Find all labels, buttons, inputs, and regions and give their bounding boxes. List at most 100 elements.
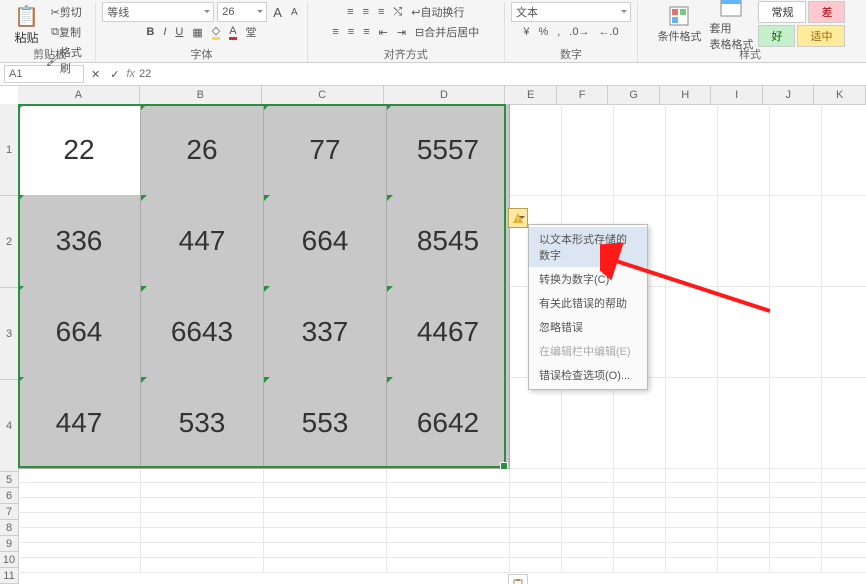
cell-C9[interactable]: [264, 528, 387, 543]
cell-F7[interactable]: [562, 498, 614, 513]
cell-H1[interactable]: [666, 104, 718, 196]
border-button[interactable]: ▦: [189, 24, 205, 41]
cell-G5[interactable]: [614, 468, 666, 483]
cell-A4[interactable]: 447: [18, 377, 141, 469]
cut-button[interactable]: ✂剪切: [43, 2, 89, 22]
cell-C5[interactable]: [264, 468, 387, 483]
phonetic-button[interactable]: 堂: [243, 22, 260, 42]
cell-G7[interactable]: [614, 498, 666, 513]
row-header-11[interactable]: 11: [0, 568, 18, 584]
col-header-I[interactable]: I: [711, 86, 763, 104]
font-color-button[interactable]: A: [226, 23, 239, 42]
cell-J7[interactable]: [770, 498, 822, 513]
cell-G11[interactable]: [614, 558, 666, 573]
cell-I1[interactable]: [718, 104, 770, 196]
cell-I11[interactable]: [718, 558, 770, 573]
cell-A8[interactable]: [18, 513, 141, 528]
cell-D5[interactable]: [387, 468, 510, 483]
cell-G10[interactable]: [614, 543, 666, 558]
cell-I5[interactable]: [718, 468, 770, 483]
cell-A6[interactable]: [18, 483, 141, 498]
cell-A11[interactable]: [18, 558, 141, 573]
cell-G9[interactable]: [614, 528, 666, 543]
cell-C3[interactable]: 337: [264, 286, 387, 378]
menu-error-options[interactable]: 错误检查选项(O)...: [529, 363, 647, 387]
cell-I10[interactable]: [718, 543, 770, 558]
cell-H9[interactable]: [666, 528, 718, 543]
style-good[interactable]: 好: [758, 25, 795, 47]
row-header-9[interactable]: 9: [0, 536, 18, 552]
row-header-10[interactable]: 10: [0, 552, 18, 568]
row-header-1[interactable]: 1: [0, 104, 18, 196]
cell-D3[interactable]: 4467: [387, 286, 510, 378]
cell-C8[interactable]: [264, 513, 387, 528]
cell-D11[interactable]: [387, 558, 510, 573]
cell-G8[interactable]: [614, 513, 666, 528]
cell-E1[interactable]: [510, 104, 562, 196]
cell-H11[interactable]: [666, 558, 718, 573]
cell-C1[interactable]: 77: [264, 104, 387, 196]
confirm-edit-button[interactable]: ✓: [107, 66, 122, 83]
cell-K8[interactable]: [822, 513, 866, 528]
align-center-button[interactable]: ≡: [345, 24, 357, 40]
cell-D8[interactable]: [387, 513, 510, 528]
align-bottom-button[interactable]: ≡: [375, 4, 387, 20]
cell-B8[interactable]: [141, 513, 264, 528]
cell-F11[interactable]: [562, 558, 614, 573]
cell-F8[interactable]: [562, 513, 614, 528]
cell-C4[interactable]: 553: [264, 377, 387, 469]
cell-D1[interactable]: 5557: [387, 104, 510, 196]
align-middle-button[interactable]: ≡: [360, 4, 372, 20]
cell-F4[interactable]: [562, 377, 614, 469]
cell-B10[interactable]: [141, 543, 264, 558]
percent-button[interactable]: %: [535, 24, 551, 40]
indent-dec-button[interactable]: ⇤: [376, 24, 391, 41]
cell-B5[interactable]: [141, 468, 264, 483]
cell-C2[interactable]: 664: [264, 195, 387, 287]
col-header-C[interactable]: C: [262, 86, 384, 104]
cell-D4[interactable]: 6642: [387, 377, 510, 469]
col-header-G[interactable]: G: [608, 86, 660, 104]
cell-E7[interactable]: [510, 498, 562, 513]
menu-ignore[interactable]: 忽略错误: [529, 315, 647, 339]
cell-B6[interactable]: [141, 483, 264, 498]
cell-I7[interactable]: [718, 498, 770, 513]
row-header-5[interactable]: 5: [0, 472, 18, 488]
cell-H6[interactable]: [666, 483, 718, 498]
cell-K7[interactable]: [822, 498, 866, 513]
align-left-button[interactable]: ≡: [329, 24, 341, 40]
col-header-K[interactable]: K: [814, 86, 866, 104]
font-name-combo[interactable]: 等线: [102, 2, 214, 22]
orientation-button[interactable]: ⤭: [390, 4, 405, 21]
cell-H7[interactable]: [666, 498, 718, 513]
row-header-8[interactable]: 8: [0, 520, 18, 536]
col-header-B[interactable]: B: [140, 86, 262, 104]
cell-E11[interactable]: [510, 558, 562, 573]
cell-E6[interactable]: [510, 483, 562, 498]
cell-G4[interactable]: [614, 377, 666, 469]
cell-K11[interactable]: [822, 558, 866, 573]
cell-K4[interactable]: [822, 377, 866, 469]
cell-B11[interactable]: [141, 558, 264, 573]
cell-I9[interactable]: [718, 528, 770, 543]
cell-E9[interactable]: [510, 528, 562, 543]
cell-A3[interactable]: 664: [18, 286, 141, 378]
cell-B2[interactable]: 447: [141, 195, 264, 287]
row-header-2[interactable]: 2: [0, 196, 18, 288]
inc-decimal-button[interactable]: .0→: [566, 24, 592, 40]
cell-I8[interactable]: [718, 513, 770, 528]
cell-A5[interactable]: [18, 468, 141, 483]
number-format-combo[interactable]: 文本: [511, 2, 631, 22]
cell-K5[interactable]: [822, 468, 866, 483]
decrease-font-button[interactable]: A: [288, 5, 301, 20]
cell-B3[interactable]: 6643: [141, 286, 264, 378]
formula-value[interactable]: 22: [139, 68, 151, 80]
cell-G6[interactable]: [614, 483, 666, 498]
cell-C6[interactable]: [264, 483, 387, 498]
conditional-format-button[interactable]: 条件格式: [653, 2, 705, 46]
cell-A9[interactable]: [18, 528, 141, 543]
cell-F6[interactable]: [562, 483, 614, 498]
cell-J1[interactable]: [770, 104, 822, 196]
cell-H3[interactable]: [666, 286, 718, 378]
cell-G1[interactable]: [614, 104, 666, 196]
